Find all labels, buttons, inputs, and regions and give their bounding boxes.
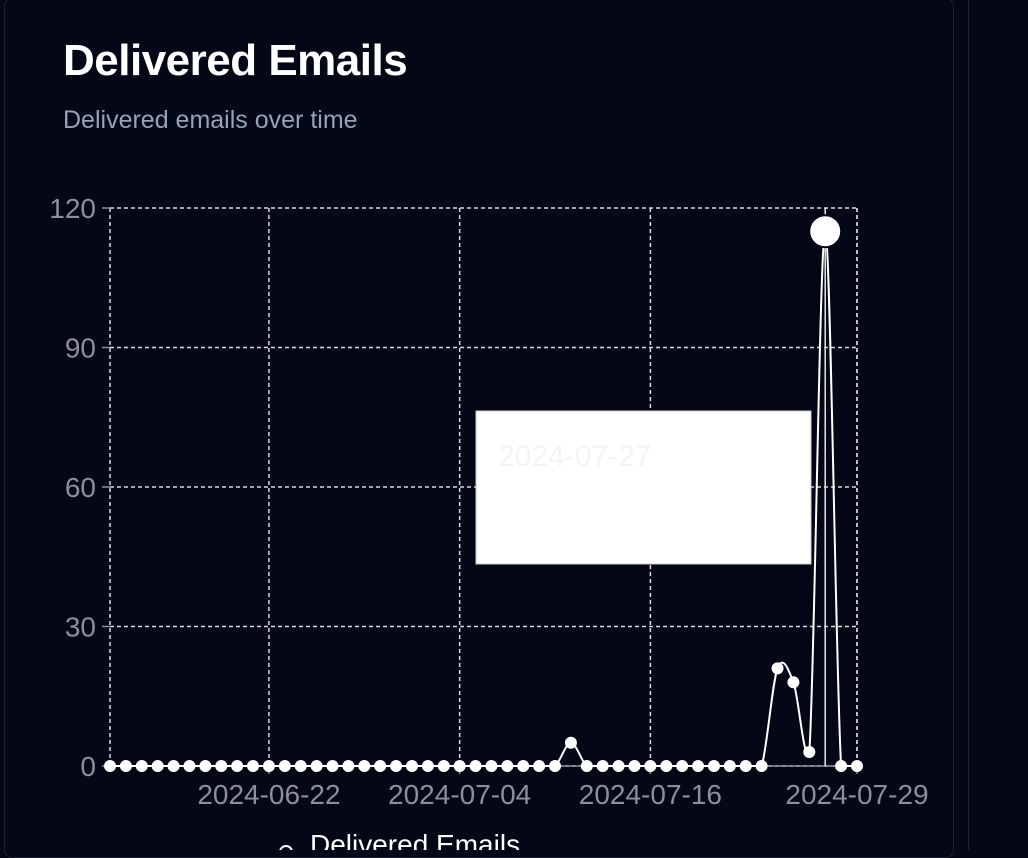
data-point[interactable] (580, 760, 593, 772)
x-tick-label: 2024-06-22 (197, 779, 340, 810)
data-point[interactable] (183, 760, 196, 772)
data-point[interactable] (755, 760, 768, 772)
delivered-emails-chart[interactable]: 0 30 60 90 120 2024-06-22 2024-07-04 2024-07-1… (0, 0, 1028, 850)
data-point[interactable] (612, 760, 625, 772)
data-point[interactable] (469, 760, 482, 772)
data-point[interactable] (390, 760, 403, 772)
data-point[interactable] (644, 760, 657, 772)
data-point[interactable] (135, 760, 148, 772)
data-point[interactable] (564, 736, 577, 749)
data-point[interactable] (533, 760, 546, 772)
data-point[interactable] (294, 760, 307, 772)
data-point[interactable] (739, 760, 752, 772)
legend-dot-marker (279, 845, 293, 850)
x-axis-ticks: 2024-06-22 2024-07-04 2024-07-16 2024-07-29 (197, 766, 929, 810)
chart-tooltip: 2024-07-27 (475, 410, 812, 565)
data-point[interactable] (771, 662, 784, 675)
data-point[interactable] (835, 760, 848, 772)
data-point[interactable] (723, 760, 736, 772)
data-point[interactable] (278, 760, 291, 772)
data-point[interactable] (119, 760, 132, 772)
data-point[interactable] (374, 760, 387, 772)
x-tick-label: 2024-07-29 (785, 779, 928, 810)
y-tick-label: 60 (65, 472, 96, 503)
active-data-point[interactable] (808, 214, 843, 249)
data-point[interactable] (326, 760, 339, 772)
data-point[interactable] (358, 760, 371, 772)
data-point[interactable] (787, 676, 800, 689)
data-point[interactable] (549, 760, 562, 772)
y-tick-label: 0 (80, 751, 96, 782)
data-point[interactable] (262, 760, 275, 772)
data-point[interactable] (215, 760, 228, 772)
data-point[interactable] (660, 760, 673, 772)
y-axis-ticks: 0 30 60 90 120 (49, 193, 110, 782)
data-point[interactable] (851, 760, 863, 772)
data-point[interactable] (342, 760, 355, 772)
data-point[interactable] (501, 760, 514, 772)
data-point[interactable] (517, 760, 530, 772)
y-tick-label: 30 (65, 612, 96, 643)
data-point[interactable] (707, 760, 720, 772)
data-point[interactable] (247, 760, 260, 772)
x-tick-label: 2024-07-16 (579, 779, 722, 810)
legend-label: Delivered Emails (310, 829, 520, 850)
x-tick-label: 2024-07-04 (388, 779, 531, 810)
y-tick-label: 90 (65, 333, 96, 364)
data-point[interactable] (310, 760, 323, 772)
data-point[interactable] (405, 760, 418, 772)
data-point[interactable] (692, 760, 705, 772)
chart-legend[interactable]: Delivered Emails (272, 829, 520, 850)
data-point[interactable] (803, 746, 816, 759)
data-point[interactable] (437, 760, 450, 772)
data-point[interactable] (231, 760, 244, 772)
y-tick-label: 120 (49, 193, 96, 224)
tooltip-box (475, 410, 812, 565)
data-point[interactable] (167, 760, 180, 772)
data-point[interactable] (151, 760, 164, 772)
data-point[interactable] (596, 760, 609, 772)
data-point[interactable] (453, 760, 466, 772)
tooltip-label: 2024-07-27 (498, 440, 651, 473)
data-point[interactable] (485, 760, 498, 772)
data-point[interactable] (421, 760, 434, 772)
data-point[interactable] (628, 760, 641, 772)
data-point[interactable] (676, 760, 689, 772)
data-point[interactable] (199, 760, 212, 772)
data-point[interactable] (104, 760, 116, 772)
